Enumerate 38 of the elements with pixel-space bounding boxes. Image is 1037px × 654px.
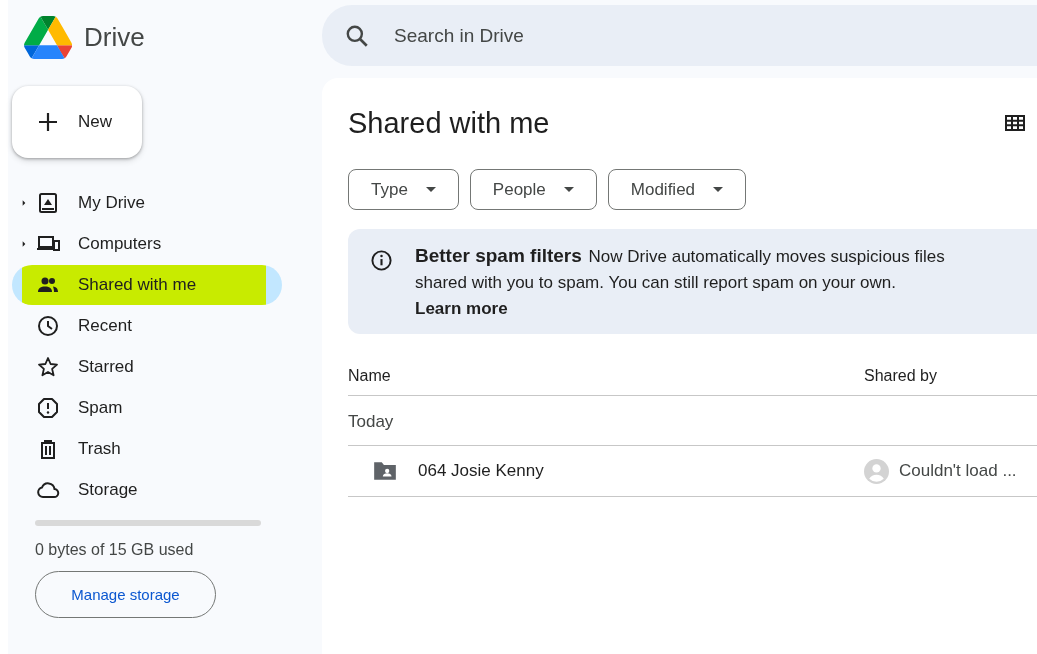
- drive-logo-icon: [24, 15, 72, 59]
- column-header: Name: [348, 366, 392, 385]
- sidebar-item[interactable]: Spam: [26, 387, 296, 428]
- search-field[interactable]: Search in Drive: [322, 5, 1037, 66]
- sidebar-item[interactable]: Shared with me: [12, 264, 282, 305]
- clock-icon: [36, 313, 60, 338]
- my-drive-icon: [36, 190, 60, 215]
- sidebar-item[interactable]: My Drive: [26, 182, 296, 223]
- column-header: Shared by: [864, 366, 938, 385]
- shared-by-text: Couldn't load ...: [899, 461, 1017, 481]
- file-name: 064 Josie Kenny: [418, 461, 544, 481]
- app-name: Drive: [84, 21, 145, 53]
- page-title: Shared with me: [348, 106, 550, 140]
- banner-message: Better spam filters Now Drive automatically moves suspicious files shared with you to spam. You can still report spam on your own. Learn more: [415, 244, 946, 320]
- learn-more-link[interactable]: Learn more: [415, 299, 508, 318]
- filter-chip[interactable]: Type: [348, 169, 459, 210]
- shared-folder-icon: [372, 460, 398, 482]
- sidebar-item[interactable]: Computers: [26, 223, 296, 264]
- star-icon: [36, 354, 60, 379]
- dropdown-caret-icon: [425, 187, 436, 192]
- new-button[interactable]: New: [12, 86, 142, 158]
- avatar-icon: [864, 458, 889, 484]
- sidebar-item[interactable]: Storage: [26, 469, 296, 510]
- info-icon: [370, 249, 393, 272]
- sidebar-item[interactable]: Starred: [26, 346, 296, 387]
- warning-icon: [36, 395, 60, 420]
- filter-chip[interactable]: People: [469, 169, 597, 210]
- filter-chip[interactable]: Modified: [607, 169, 747, 210]
- dropdown-caret-icon: [713, 187, 724, 192]
- group-label: Today: [348, 396, 1037, 446]
- file-row[interactable]: 064 Josie Kenny Couldn't load ...: [348, 446, 1037, 497]
- dropdown-caret-icon: [563, 187, 574, 192]
- search-icon: [344, 23, 370, 49]
- grid-view-icon: [1005, 115, 1025, 131]
- sidebar-item[interactable]: Trash: [26, 428, 296, 469]
- sidebar-item[interactable]: Recent: [26, 305, 296, 346]
- storage-usage: 0 bytes of 15 GB used: [35, 541, 195, 559]
- plus-icon: [36, 110, 60, 134]
